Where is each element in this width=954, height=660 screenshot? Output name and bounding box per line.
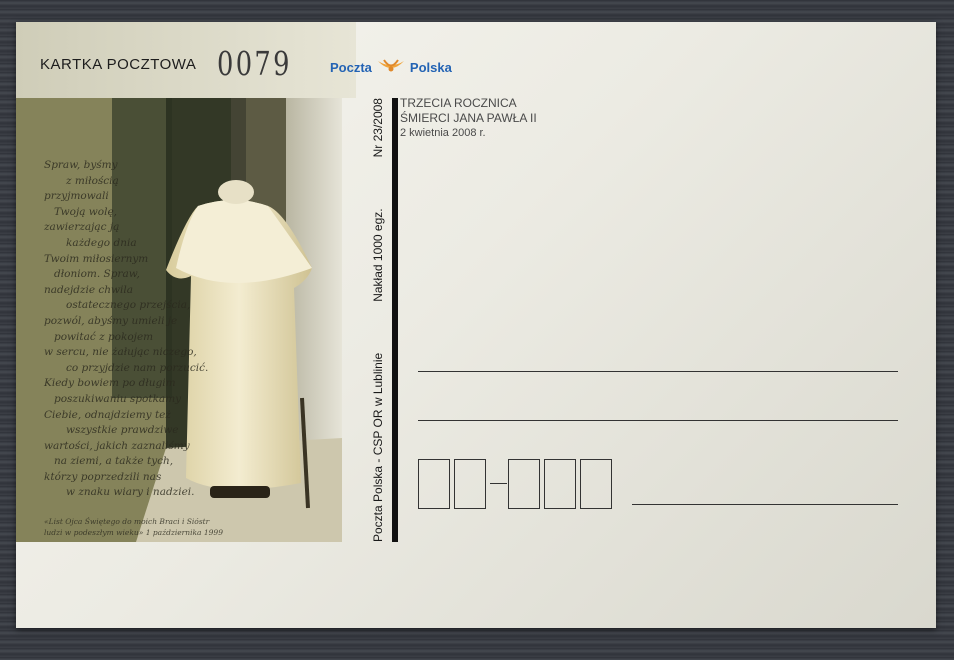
zip-code-box [544, 459, 576, 509]
poem-line: Kiedy bowiem po długim [44, 377, 176, 390]
poem-line: pozwól, abyśmy umieli je [44, 314, 178, 327]
address-line-city [632, 504, 898, 505]
poem-line: na ziemi, a także tych, [54, 455, 174, 468]
issue-title: TRZECIA ROCZNICA ŚMIERCI JANA PAWŁA II 2… [400, 96, 537, 141]
zip-code-box [580, 459, 612, 509]
poem-caption: «List Ojca Świętego do moich Braci i Sió… [44, 516, 294, 538]
poem-line: dłoniom. Spraw, [54, 268, 140, 281]
publisher-text: Poczta Polska - CSP OR w Lublinie [371, 352, 385, 542]
issue-title-line: ŚMIERCI JANA PAWŁA II [400, 111, 537, 125]
poem-line: z miłością [66, 174, 119, 187]
poem-line: ostatecznego przejścia, [66, 299, 191, 312]
poem-line: zawierzając ją [44, 221, 120, 234]
brand-name: Poczta [330, 59, 372, 75]
pope-photo: Spraw, byśmy z miłością przyjmowali Twoją w… [16, 98, 342, 542]
poem-line: poszukiwaniu spotkamy [54, 392, 182, 405]
caption-line: «List Ojca Świętego do moich Braci i Sió… [44, 517, 210, 526]
poem-line: wszystkie prawdziwe [66, 424, 179, 437]
address-line-1 [418, 371, 898, 372]
issue-number: Nr 23/2008 [371, 98, 385, 158]
poem-line: przyjmowali [44, 190, 109, 203]
vertical-divider [392, 98, 398, 542]
post-horn-icon [377, 59, 404, 72]
poem-line: nadejdzie chwila [44, 283, 133, 296]
zip-code-box [508, 459, 540, 509]
poem-line: Spraw, byśmy [44, 159, 118, 171]
brand-name-second: Polska [409, 59, 452, 75]
poem-line: Twoim miłosiernym [44, 252, 149, 265]
caption-line: ludzi w podeszłym wieku» 1 października … [44, 528, 223, 537]
poem-line: w znaku wiary i nadziei. [66, 486, 195, 499]
poem-line: Twoją wolę, [54, 205, 118, 218]
zip-code-box [418, 459, 450, 509]
issue-date: 2 kwietnia 2008 r. [400, 127, 486, 139]
postcard-title: KARTKA POCZTOWA [40, 56, 197, 73]
issue-title-line: TRZECIA ROCZNICA [400, 96, 517, 110]
poem-line: którzy poprzedzili nas [44, 470, 162, 483]
poem-line: powitać z pokojem [54, 330, 154, 343]
vertical-imprint: Poczta Polska - CSP OR w Lublinie Nakład… [371, 98, 389, 542]
poem-text: Spraw, byśmy z miłością przyjmowali Twoją w… [44, 158, 209, 501]
poem-line: każdego dnia [66, 236, 137, 249]
serial-number: 0079 [217, 44, 292, 83]
poem-line: wartości, jakich zaznaliśmy [44, 439, 190, 452]
poem-line: w sercu, nie żałując niczego, [44, 346, 197, 359]
poczta-polska-logo: Poczta Polska [330, 57, 452, 77]
poem-line: Ciebie, odnajdziemy też [44, 408, 171, 421]
poem-line: co przyjdzie nam porzucić. [66, 361, 209, 374]
postcard: KARTKA POCZTOWA 0079 Poczta Polska Spraw… [16, 22, 936, 628]
zip-code-box [454, 459, 486, 509]
edition-text: Nakład 1000 egz. [371, 208, 385, 302]
address-line-2 [418, 420, 898, 421]
zip-code-dash [490, 483, 507, 484]
